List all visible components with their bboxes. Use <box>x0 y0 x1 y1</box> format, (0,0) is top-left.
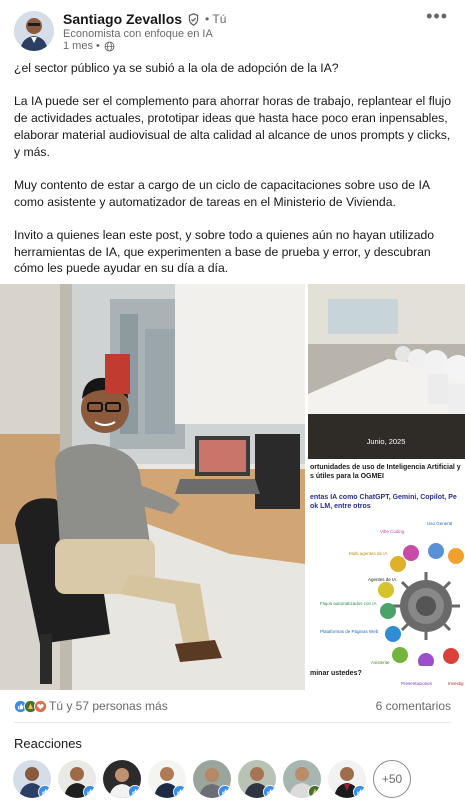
reactors-list: +50 <box>13 760 411 798</box>
post-image-slide[interactable]: ortunidades de uso de Inteligencia Artif… <box>308 461 465 690</box>
reactor-avatar[interactable] <box>148 760 186 798</box>
reactions-title: Reacciones <box>14 736 82 751</box>
reactor-avatar[interactable] <box>283 760 321 798</box>
diagram-label: Flujos automatizados con IA <box>320 601 377 606</box>
slide-line-3: entas IA como ChatGPT, Gemini, Copilot, … <box>310 494 457 501</box>
reactor-avatar[interactable] <box>238 760 276 798</box>
slide-question: minar ustedes? <box>310 670 362 677</box>
author-headline: Economista con enfoque en IA <box>63 28 213 40</box>
diagram-label: Presentaciones <box>401 681 433 686</box>
post-card: Santiago Zevallos • Tú Economista con en… <box>0 0 465 802</box>
post-paragraph: Invito a quienes lean este post, y sobre… <box>14 227 435 276</box>
diagram-label: Uso General <box>427 521 452 526</box>
reaction-icons <box>14 699 47 713</box>
like-reaction-icon <box>353 785 366 798</box>
reactor-avatar[interactable] <box>58 760 96 798</box>
like-reaction-icon <box>83 785 96 798</box>
slide-line-1: ortunidades de uso de Inteligencia Artif… <box>310 464 461 471</box>
robots-caption: Junio, 2025 <box>367 437 406 446</box>
like-reaction-icon <box>128 785 141 798</box>
diagram-label: Plataformas de Páginas Web <box>320 629 379 634</box>
like-reaction-icon <box>173 785 186 798</box>
author-relation: • Tú <box>205 12 227 26</box>
post-image-robots[interactable]: Junio, 2025 <box>308 284 465 459</box>
globe-icon <box>104 41 115 51</box>
reactor-avatar[interactable] <box>103 760 141 798</box>
reactions-count[interactable]: Tú y 57 personas más <box>49 699 168 713</box>
reactor-avatar[interactable] <box>328 760 366 798</box>
slide-line-2: s útiles para la OGMEI <box>310 473 384 480</box>
slide-content: ortunidades de uso de Inteligencia Artif… <box>308 461 465 690</box>
post-paragraph: Muy contento de estar a cargo de un cicl… <box>14 177 430 209</box>
comments-count[interactable]: 6 comentarios <box>376 699 451 713</box>
diagram-label: Agentes de IA <box>368 577 396 582</box>
celebrate-reaction-icon <box>308 785 321 798</box>
robots-meeting-image: Junio, 2025 <box>308 284 465 459</box>
ai-tools-diagram: Vibe Coding Uso General Multi agentes de… <box>320 521 464 666</box>
office-photo <box>0 284 305 690</box>
diagram-label: Asistente <box>371 660 390 665</box>
love-reaction-icon <box>34 699 47 713</box>
diagram-label: Multi agentes de IA <box>349 551 388 556</box>
divider <box>14 722 451 723</box>
post-paragraph: ¿el sector público ya se subió a la ola … <box>14 61 339 75</box>
social-counts: Tú y 57 personas más 6 comentarios <box>14 698 451 714</box>
like-reaction-icon <box>38 785 51 798</box>
reactor-avatar[interactable] <box>193 760 231 798</box>
post-text: ¿el sector público ya se subió a la ola … <box>14 60 454 294</box>
author-avatar-image <box>14 11 54 51</box>
post-image-main[interactable] <box>0 284 305 690</box>
author-avatar[interactable] <box>14 11 54 51</box>
diagram-label: Vibe Coding <box>380 529 405 534</box>
slide-line-4: ok LM, entre otros <box>310 503 371 510</box>
diagram-label: Investig <box>448 681 464 686</box>
more-options-icon[interactable]: ••• <box>426 6 448 27</box>
like-reaction-icon <box>263 785 276 798</box>
more-reactors-button[interactable]: +50 <box>373 760 411 798</box>
like-reaction-icon <box>218 785 231 798</box>
author-name-row: Santiago Zevallos • Tú <box>63 11 226 27</box>
post-time: 1 mes • <box>63 40 100 52</box>
post-paragraph: La IA puede ser el complemento para ahor… <box>14 94 451 159</box>
reactor-avatar[interactable] <box>13 760 51 798</box>
author-name[interactable]: Santiago Zevallos <box>63 11 182 27</box>
verified-badge-icon <box>188 12 199 26</box>
post-meta: 1 mes • <box>63 40 115 52</box>
